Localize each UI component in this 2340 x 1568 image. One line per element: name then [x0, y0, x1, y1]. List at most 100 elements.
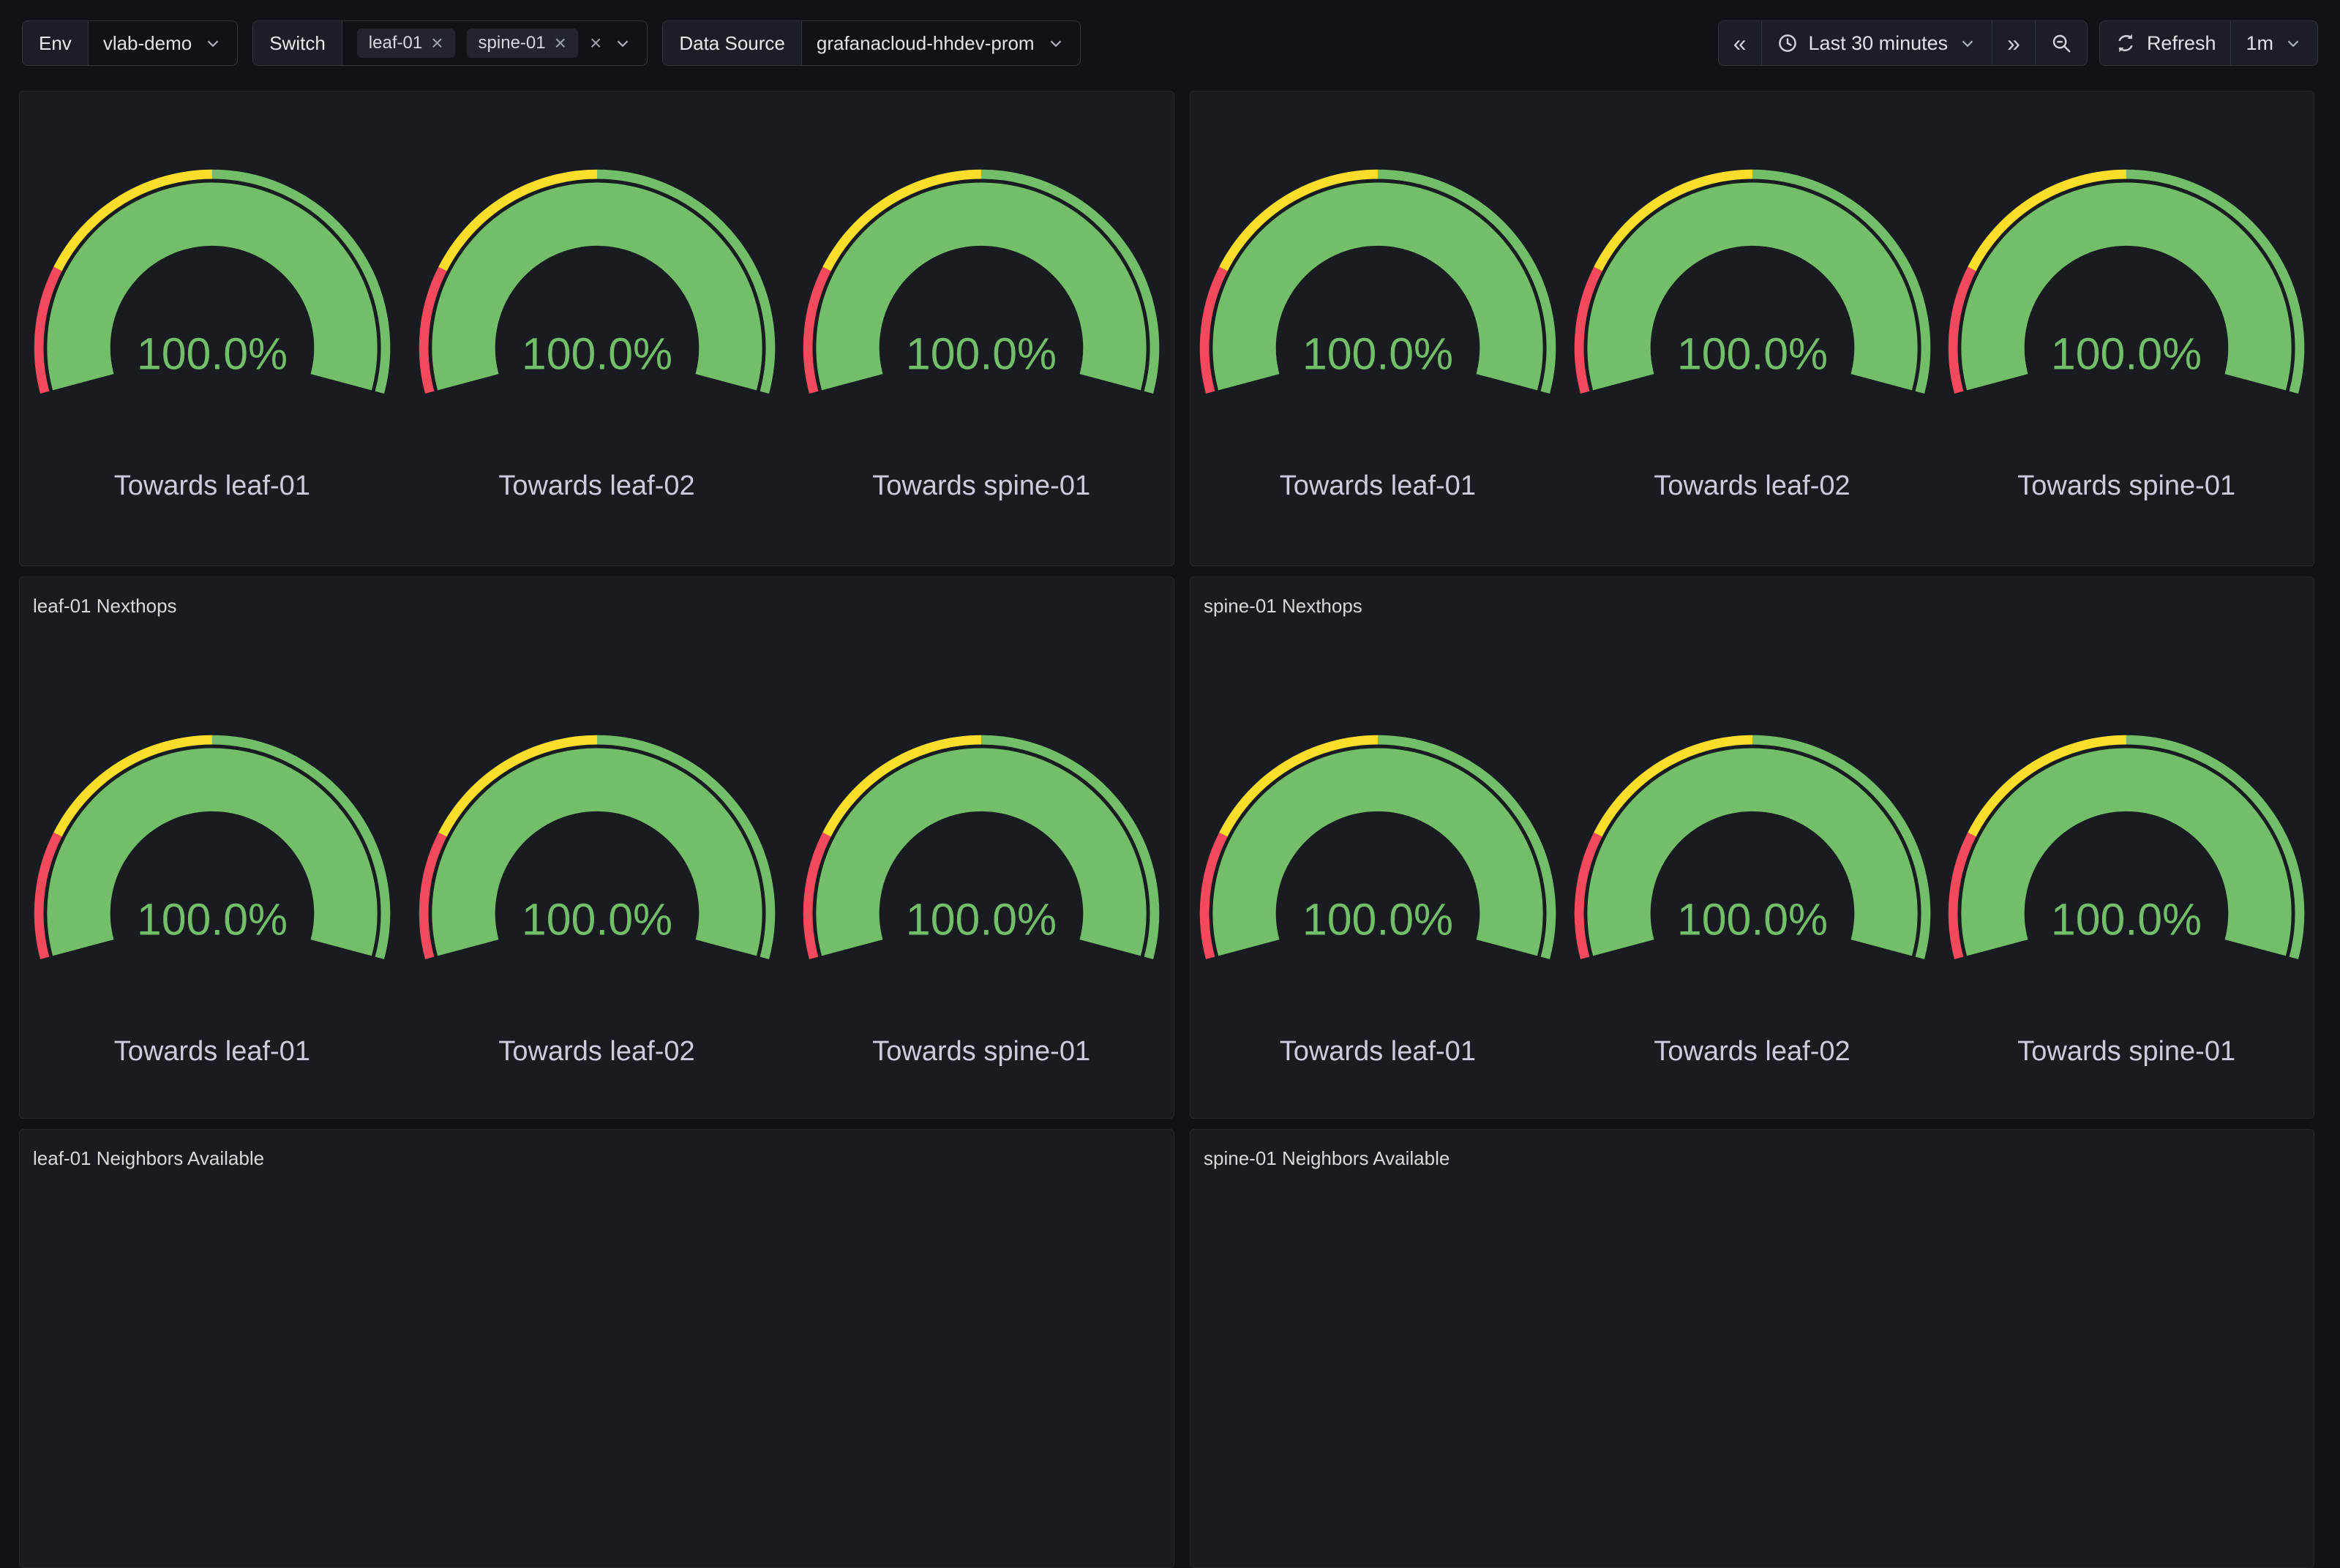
gauge-towards-spine-01: 100.0% Towards spine-01: [789, 162, 1174, 502]
gauge-chart: 100.0%: [26, 728, 399, 979]
gauge-label: Towards leaf-01: [114, 470, 310, 502]
chevron-down-icon: [203, 34, 222, 53]
panel-leaf-01-nexthops: leaf-01 Nexthops 100.0% Towards leaf-01: [19, 577, 1174, 1119]
gauge-chart: 100.0%: [795, 162, 1168, 413]
dashboard-grid: 100.0% Towards leaf-01 100.0% Towards le…: [19, 91, 2314, 1568]
gauge-label: Towards spine-01: [2017, 470, 2235, 502]
gauge-value: 100.0%: [1302, 894, 1453, 944]
gauge-label: Towards leaf-02: [498, 470, 694, 502]
panel-row1-left: 100.0% Towards leaf-01 100.0% Towards le…: [19, 91, 1174, 566]
zoom-out-icon: [2050, 32, 2072, 54]
gauge-towards-spine-01: 100.0% Towards spine-01: [1939, 728, 2314, 1068]
datasource-variable-value: grafanacloud-hhdev-prom: [817, 32, 1035, 55]
datasource-variable-select[interactable]: Data Source grafanacloud-hhdev-prom: [662, 20, 1080, 66]
refresh-interval-button[interactable]: 1m: [2231, 21, 2317, 65]
time-zoom-out-button[interactable]: [2036, 21, 2087, 65]
refresh-icon: [2115, 32, 2137, 54]
gauge-label: Towards spine-01: [872, 1036, 1090, 1068]
gauge-value: 100.0%: [1676, 329, 1827, 378]
gauge-row: 100.0% Towards leaf-01 100.0% Towards le…: [1190, 91, 2314, 502]
switch-chip-text: spine-01: [479, 33, 546, 53]
gauge-towards-leaf-02: 100.0% Towards leaf-02: [1565, 162, 1940, 502]
time-range-label: Last 30 minutes: [1809, 32, 1949, 55]
chevron-down-icon: [2284, 34, 2303, 53]
gauge-row: 100.0% Towards leaf-01 100.0% Towards le…: [20, 618, 1174, 1068]
time-picker-group: « Last 30 minutes »: [1718, 20, 2088, 66]
gauge-value: 100.0%: [137, 894, 288, 944]
double-chevron-right-icon: »: [2007, 30, 2020, 57]
gauge-value: 100.0%: [137, 329, 288, 378]
gauge-label: Towards leaf-02: [1654, 470, 1850, 502]
panel-title[interactable]: spine-01 Neighbors Available: [1190, 1130, 2314, 1171]
gauge-towards-leaf-01: 100.0% Towards leaf-01: [20, 162, 405, 502]
gauge-chart: 100.0%: [410, 162, 784, 413]
gauge-row: 100.0% Towards leaf-01 100.0% Towards le…: [20, 91, 1174, 502]
gauge-label: Towards leaf-01: [114, 1036, 310, 1068]
gauge-chart: 100.0%: [1566, 728, 1939, 979]
gauge-chart: 100.0%: [1940, 162, 2313, 413]
remove-chip-icon[interactable]: ×: [431, 33, 443, 53]
chevron-down-icon: [1958, 34, 1977, 53]
gauge-chart: 100.0%: [795, 728, 1168, 979]
gauge-chart: 100.0%: [1566, 162, 1939, 413]
switch-chip-leaf-01[interactable]: leaf-01 ×: [357, 29, 455, 58]
clock-icon: [1777, 32, 1799, 54]
gauge-label: Towards leaf-02: [1654, 1036, 1850, 1068]
panel-title[interactable]: spine-01 Nexthops: [1190, 577, 2314, 618]
switch-variable-label: Switch: [253, 21, 342, 65]
gauge-towards-spine-01: 100.0% Towards spine-01: [789, 728, 1174, 1068]
gauge-chart: 100.0%: [1191, 162, 1564, 413]
time-range-picker-button[interactable]: Last 30 minutes: [1762, 21, 1993, 65]
gauge-towards-leaf-02: 100.0% Towards leaf-02: [405, 728, 790, 1068]
panel-leaf-01-neighbors-available: leaf-01 Neighbors Available: [19, 1129, 1174, 1568]
refresh-button[interactable]: Refresh: [2100, 21, 2232, 65]
time-shift-back-button[interactable]: «: [1719, 21, 1762, 65]
gauge-value: 100.0%: [2051, 894, 2202, 944]
switch-chip-spine-01[interactable]: spine-01 ×: [467, 29, 578, 58]
gauge-value: 100.0%: [906, 329, 1057, 378]
remove-chip-icon[interactable]: ×: [555, 33, 566, 53]
refresh-interval-value: 1m: [2246, 32, 2273, 55]
gauge-towards-leaf-01: 100.0% Towards leaf-01: [1190, 728, 1565, 1068]
panel-title[interactable]: leaf-01 Neighbors Available: [20, 1130, 1174, 1171]
gauge-label: Towards leaf-01: [1280, 470, 1476, 502]
switch-chip-text: leaf-01: [369, 33, 422, 53]
gauge-towards-leaf-01: 100.0% Towards leaf-01: [1190, 162, 1565, 502]
chevron-down-icon: [1046, 34, 1065, 53]
panel-row1-right: 100.0% Towards leaf-01 100.0% Towards le…: [1190, 91, 2314, 566]
gauge-towards-leaf-01: 100.0% Towards leaf-01: [20, 728, 405, 1068]
chevron-down-icon: [613, 34, 632, 53]
panel-spine-01-nexthops: spine-01 Nexthops 100.0% Towards leaf-01: [1190, 577, 2314, 1119]
gauge-label: Towards spine-01: [2017, 1036, 2235, 1068]
time-controls: « Last 30 minutes »: [1718, 20, 2318, 66]
refresh-label: Refresh: [2147, 32, 2216, 55]
gauge-towards-leaf-02: 100.0% Towards leaf-02: [405, 162, 790, 502]
gauge-chart: 100.0%: [26, 162, 399, 413]
gauge-value: 100.0%: [521, 894, 672, 944]
gauge-towards-leaf-02: 100.0% Towards leaf-02: [1565, 728, 1940, 1068]
panel-spine-01-neighbors-available: spine-01 Neighbors Available: [1190, 1129, 2314, 1568]
gauge-towards-spine-01: 100.0% Towards spine-01: [1939, 162, 2314, 502]
gauge-chart: 100.0%: [1940, 728, 2313, 979]
gauge-value: 100.0%: [521, 329, 672, 378]
gauge-chart: 100.0%: [1191, 728, 1564, 979]
env-variable-select[interactable]: Env vlab-demo: [22, 20, 238, 66]
gauge-value: 100.0%: [2051, 329, 2202, 378]
panel-title[interactable]: leaf-01 Nexthops: [20, 577, 1174, 618]
datasource-variable-label: Data Source: [663, 21, 802, 65]
gauge-row: 100.0% Towards leaf-01 100.0% Towards le…: [1190, 618, 2314, 1068]
gauge-label: Towards leaf-01: [1280, 1036, 1476, 1068]
env-variable-label: Env: [23, 21, 89, 65]
time-shift-forward-button[interactable]: »: [1992, 21, 2036, 65]
env-variable-value: vlab-demo: [103, 32, 192, 55]
variable-controls: Env vlab-demo Switch leaf-01 × spine-01 …: [22, 20, 1081, 66]
gauge-chart: 100.0%: [410, 728, 784, 979]
gauge-value: 100.0%: [1302, 329, 1453, 378]
switch-variable-select[interactable]: Switch leaf-01 × spine-01 × ×: [252, 20, 648, 66]
double-chevron-left-icon: «: [1733, 30, 1747, 57]
gauge-value: 100.0%: [906, 894, 1057, 944]
gauge-label: Towards spine-01: [872, 470, 1090, 502]
clear-all-icon[interactable]: ×: [590, 33, 601, 53]
gauge-value: 100.0%: [1676, 894, 1827, 944]
refresh-group: Refresh 1m: [2099, 20, 2318, 66]
